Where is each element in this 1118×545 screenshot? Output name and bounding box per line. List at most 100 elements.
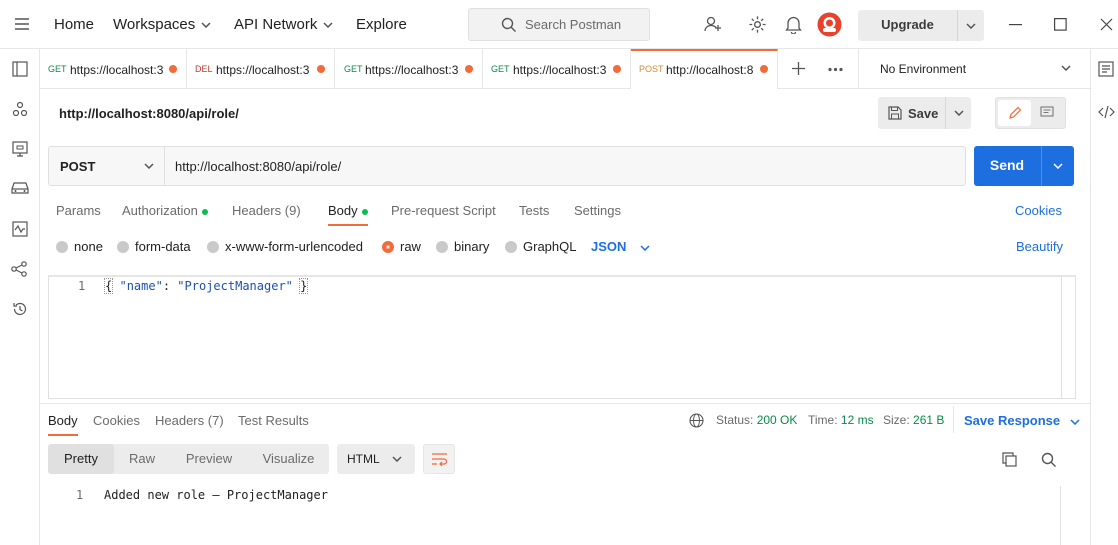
edit-mode-button[interactable] (998, 100, 1031, 126)
view-raw[interactable]: Raw (114, 444, 170, 474)
radio-urlencoded[interactable]: x-www-form-urlencoded (207, 239, 363, 254)
url-input[interactable]: http://localhost:8080/api/role/ (175, 159, 341, 174)
radio-circle (117, 240, 129, 253)
request-tab-active[interactable]: POST http://localhost:8 (631, 49, 778, 89)
avatar[interactable] (817, 12, 842, 37)
search-icon[interactable] (1041, 452, 1057, 468)
search-input[interactable]: Search Postman (468, 8, 650, 41)
beautify-link[interactable]: Beautify (1016, 239, 1063, 254)
wrap-lines-button[interactable] (423, 444, 455, 474)
nav-explore[interactable]: Explore (356, 0, 407, 49)
body-editor[interactable] (48, 275, 1076, 399)
radio-form-data[interactable]: form-data (117, 239, 191, 254)
close-icon[interactable] (1100, 18, 1113, 31)
tab-authorization[interactable]: Authorization (122, 203, 208, 218)
maximize-icon[interactable] (1054, 18, 1067, 31)
body-format-select[interactable]: JSON (591, 239, 650, 254)
tab-settings[interactable]: Settings (574, 203, 621, 218)
radio-label: none (74, 239, 103, 254)
save-response-button[interactable]: Save Response (964, 413, 1080, 428)
bell-icon[interactable] (785, 15, 802, 34)
radio-binary[interactable]: binary (436, 239, 489, 254)
chevron-down-icon[interactable] (1053, 163, 1063, 169)
copy-icon[interactable] (1002, 452, 1017, 467)
tab-label: Headers (155, 413, 205, 428)
environment-quick-look-icon[interactable] (1098, 61, 1114, 77)
response-scrollbar[interactable] (1060, 486, 1076, 545)
chevron-down-icon[interactable] (966, 23, 976, 29)
response-tab-headers[interactable]: Headers (7) (155, 413, 224, 428)
menu-icon[interactable] (14, 17, 32, 31)
tab-body[interactable]: Body (328, 203, 368, 226)
response-body-text[interactable]: Added new role — ProjectManager (104, 488, 328, 502)
pencil-icon (1008, 106, 1022, 120)
request-tab[interactable]: DEL https://localhost:3 (187, 49, 335, 89)
json-value: "ProjectManager" (177, 279, 293, 293)
code-snippet-icon[interactable] (1098, 105, 1115, 119)
nav-workspaces[interactable]: Workspaces (113, 0, 211, 49)
response-tab-test-results[interactable]: Test Results (238, 413, 309, 428)
status-dot (201, 208, 208, 215)
radio-raw[interactable]: raw (382, 239, 421, 254)
monitors-icon[interactable] (12, 221, 28, 237)
response-view-tabs: Pretty Raw Preview Visualize (48, 444, 329, 474)
more-tabs-icon[interactable] (828, 67, 843, 72)
chevron-down-icon (392, 456, 402, 462)
tab-pre-request-script[interactable]: Pre-request Script (391, 203, 496, 218)
tab-url: http://localhost:8 (666, 63, 754, 77)
nav-home[interactable]: Home (54, 0, 94, 49)
chevron-down-icon[interactable] (954, 110, 964, 116)
upgrade-button[interactable]: Upgrade (858, 10, 984, 41)
view-preview[interactable]: Preview (170, 444, 248, 474)
environment-selector[interactable]: No Environment (858, 49, 1090, 88)
response-tab-cookies[interactable]: Cookies (93, 413, 140, 428)
cookies-link[interactable]: Cookies (1015, 203, 1062, 218)
code-line[interactable]: { "name": "ProjectManager" } (103, 278, 309, 294)
invite-user-icon[interactable] (704, 15, 722, 33)
chevron-down-icon (201, 22, 211, 29)
radio-graphql[interactable]: GraphQL (505, 239, 576, 254)
view-pretty[interactable]: Pretty (48, 444, 114, 474)
history-icon[interactable] (12, 301, 28, 317)
tab-tests[interactable]: Tests (519, 203, 549, 218)
request-tab[interactable]: GET https://localhost:3 (40, 49, 187, 89)
nav-api-network[interactable]: API Network (234, 0, 333, 49)
response-size[interactable]: Size: 261 B (883, 413, 944, 427)
search-placeholder: Search Postman (525, 17, 622, 32)
request-tab[interactable]: GET https://localhost:3 (483, 49, 631, 89)
editor-scrollbar[interactable] (1061, 276, 1075, 398)
radio-circle-selected (382, 240, 394, 253)
tab-params[interactable]: Params (56, 203, 101, 218)
view-visualize[interactable]: Visualize (248, 444, 329, 474)
send-button[interactable]: Send (974, 146, 1074, 186)
globe-icon[interactable] (689, 413, 704, 428)
top-bar: Home Workspaces API Network Explore Sear… (0, 0, 1118, 49)
mock-servers-icon[interactable] (11, 181, 29, 195)
method-select[interactable]: POST (49, 147, 165, 185)
tab-headers[interactable]: Headers (9) (232, 203, 301, 218)
request-title[interactable]: http://localhost:8080/api/role/ (59, 106, 239, 121)
status-badge[interactable]: Status: 200 OK (716, 413, 797, 427)
collections-icon[interactable] (12, 61, 28, 77)
save-button[interactable]: Save (878, 97, 971, 129)
response-time[interactable]: Time: 12 ms (808, 413, 874, 427)
tab-method: DEL (195, 64, 213, 74)
radio-label: raw (400, 239, 421, 254)
new-tab-plus-icon[interactable] (792, 62, 805, 75)
settings-gear-icon[interactable] (748, 15, 767, 34)
response-format-select[interactable]: HTML (337, 444, 415, 474)
tab-url: https://localhost:3 (513, 63, 607, 77)
save-label: Save (908, 106, 939, 121)
apis-icon[interactable] (12, 101, 28, 117)
flows-icon[interactable] (11, 261, 28, 277)
unsaved-dot (613, 65, 621, 73)
response-tab-body[interactable]: Body (48, 413, 78, 436)
comments-icon[interactable] (1040, 106, 1054, 119)
request-tab[interactable]: GET https://localhost:3 (335, 49, 483, 89)
radio-label: GraphQL (523, 239, 577, 254)
minimize-icon[interactable] (1009, 24, 1022, 26)
radio-none[interactable]: none (56, 239, 103, 254)
environments-icon[interactable] (12, 141, 28, 157)
divider (953, 406, 954, 433)
search-icon (501, 17, 517, 33)
